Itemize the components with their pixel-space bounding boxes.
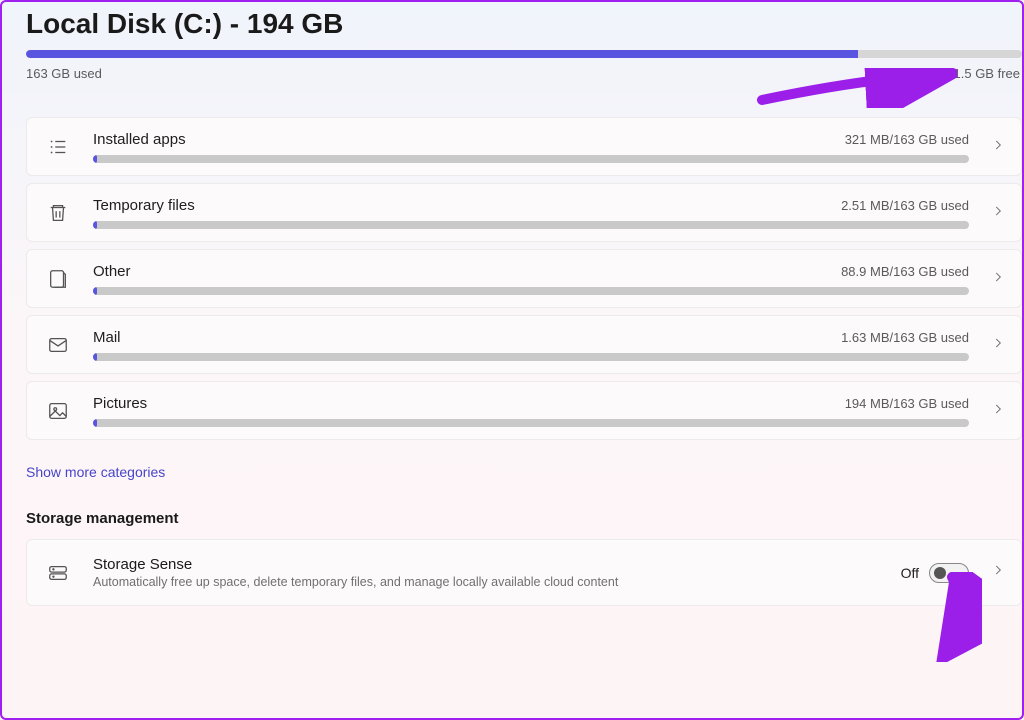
- disk-usage-bar: [26, 50, 1022, 58]
- category-value: 1.63 MB/163 GB used: [841, 330, 969, 345]
- category-value: 88.9 MB/163 GB used: [841, 264, 969, 279]
- apps-icon: [45, 134, 71, 160]
- category-bar: [93, 419, 969, 427]
- toggle-knob: [934, 567, 946, 579]
- category-row-other[interactable]: Other 88.9 MB/163 GB used: [26, 249, 1022, 308]
- category-bar: [93, 353, 969, 361]
- category-row-apps[interactable]: Installed apps 321 MB/163 GB used: [26, 117, 1022, 176]
- show-more-categories-link[interactable]: Show more categories: [26, 464, 165, 480]
- category-bar-fill: [93, 287, 97, 295]
- chevron-right-icon: [991, 204, 1005, 223]
- category-name: Pictures: [93, 395, 147, 412]
- category-bar: [93, 155, 969, 163]
- chevron-right-icon: [991, 563, 1005, 582]
- mail-icon: [45, 332, 71, 358]
- disk-usage-bar-fill: [26, 50, 858, 58]
- category-row-pictures[interactable]: Pictures 194 MB/163 GB used: [26, 381, 1022, 440]
- chevron-right-icon: [991, 336, 1005, 355]
- category-row-trash[interactable]: Temporary files 2.51 MB/163 GB used: [26, 183, 1022, 242]
- category-bar-fill: [93, 155, 97, 163]
- drive-icon: [45, 560, 71, 586]
- category-bar-fill: [93, 419, 97, 427]
- category-list: Installed apps 321 MB/163 GB used Temporar…: [26, 117, 1022, 440]
- category-value: 2.51 MB/163 GB used: [841, 198, 969, 213]
- chevron-right-icon: [991, 270, 1005, 289]
- storage-sense-state-label: Off: [901, 565, 919, 581]
- chevron-right-icon: [991, 402, 1005, 421]
- category-value: 321 MB/163 GB used: [845, 132, 969, 147]
- category-name: Temporary files: [93, 197, 195, 214]
- storage-management-heading: Storage management: [26, 510, 1022, 527]
- disk-usage-labels: 163 GB used 31.5 GB free: [26, 66, 1022, 81]
- storage-sense-title: Storage Sense: [93, 556, 901, 573]
- category-bar: [93, 287, 969, 295]
- chevron-right-icon: [991, 138, 1005, 157]
- category-bar: [93, 221, 969, 229]
- category-name: Other: [93, 263, 131, 280]
- storage-sense-description: Automatically free up space, delete temp…: [93, 575, 901, 589]
- category-value: 194 MB/163 GB used: [845, 396, 969, 411]
- category-bar-fill: [93, 221, 97, 229]
- pictures-icon: [45, 398, 71, 424]
- used-label: 163 GB used: [26, 66, 102, 81]
- page-title: Local Disk (C:) - 194 GB: [26, 8, 1022, 40]
- trash-icon: [45, 200, 71, 226]
- other-icon: [45, 266, 71, 292]
- category-name: Mail: [93, 329, 121, 346]
- free-label: 31.5 GB free: [946, 66, 1020, 81]
- storage-sense-row[interactable]: Storage Sense Automatically free up spac…: [26, 539, 1022, 606]
- storage-sense-toggle[interactable]: [929, 563, 969, 583]
- category-name: Installed apps: [93, 131, 186, 148]
- category-row-mail[interactable]: Mail 1.63 MB/163 GB used: [26, 315, 1022, 374]
- category-bar-fill: [93, 353, 97, 361]
